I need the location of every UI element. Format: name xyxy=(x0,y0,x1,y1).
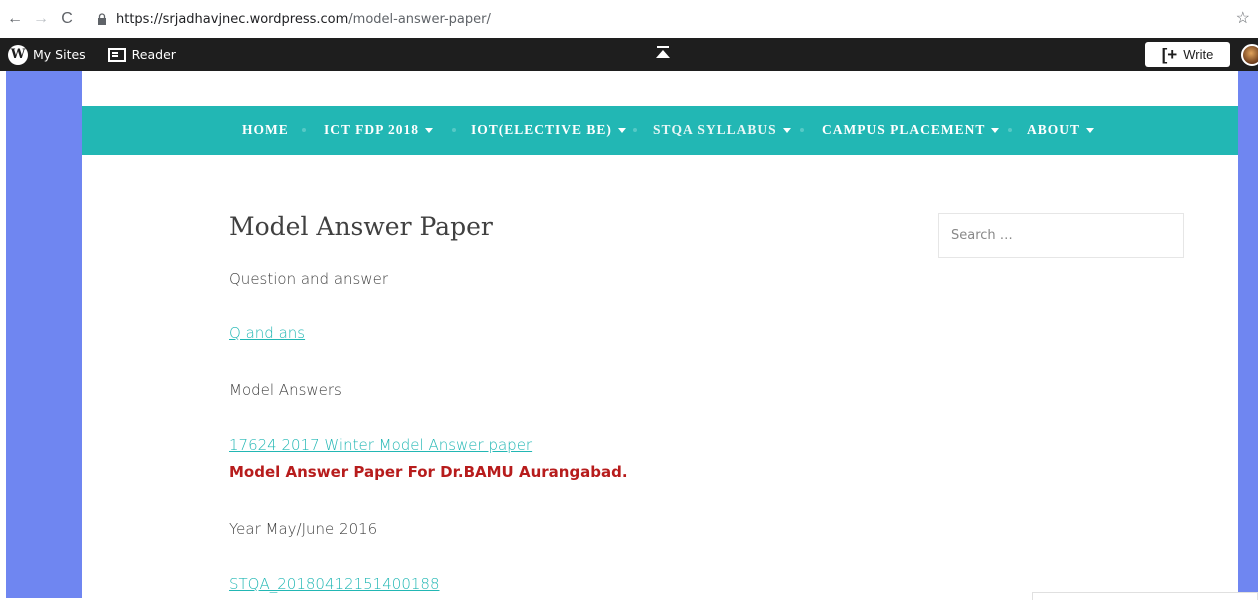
floating-widget-edge xyxy=(1032,592,1258,600)
browser-toolbar: ← → C https://srjadhavjnec.wordpress.com… xyxy=(0,0,1258,38)
address-bar[interactable]: https://srjadhavjnec.wordpress.com/model… xyxy=(94,6,1234,32)
q-and-ans-link[interactable]: Q and ans xyxy=(229,324,305,342)
forward-arrow-icon[interactable]: → xyxy=(30,8,52,30)
menu-item-label: HOME xyxy=(242,122,289,137)
menu-item-about[interactable]: ABOUT xyxy=(1027,122,1095,138)
search-input[interactable] xyxy=(938,213,1184,258)
chevron-down-icon xyxy=(617,127,626,133)
lock-icon xyxy=(94,13,110,25)
menu-item-home[interactable]: HOME xyxy=(242,122,289,138)
paragraph-question-answer: Question and answer xyxy=(229,270,389,288)
chevron-down-icon xyxy=(782,127,791,133)
menu-item-label: CAMPUS PLACEMENT xyxy=(822,122,986,137)
menu-item-label: ICT FDP 2018 xyxy=(324,122,420,137)
menu-separator xyxy=(302,128,306,132)
reader-button[interactable]: Reader xyxy=(102,38,182,71)
back-arrow-icon[interactable]: ← xyxy=(4,8,26,30)
wordpress-logo-icon: W xyxy=(8,44,28,65)
reader-icon xyxy=(107,47,126,62)
page-title: Model Answer Paper xyxy=(229,212,493,241)
write-button[interactable]: [+ Write xyxy=(1145,42,1230,67)
my-sites-label: My Sites xyxy=(33,47,86,62)
bookmark-star-icon[interactable]: ☆ xyxy=(1236,8,1250,28)
highlight-note: Model Answer Paper For Dr.BAMU Aurangaba… xyxy=(229,463,628,481)
menu-item-label: STQA SYLLABUS xyxy=(653,122,777,137)
reader-label: Reader xyxy=(131,47,176,62)
menu-separator xyxy=(1008,128,1012,132)
url-host: https://srjadhavjnec.wordpress.com xyxy=(116,11,349,27)
stqa-file-link[interactable]: STQA_20180412151400188 xyxy=(229,575,440,593)
menu-item-iot[interactable]: IOT(ELECTIVE BE) xyxy=(471,122,626,138)
chevron-down-icon xyxy=(991,127,1000,133)
menu-item-ict-fdp[interactable]: ICT FDP 2018 xyxy=(324,122,434,138)
my-sites-button[interactable]: W My Sites xyxy=(0,38,92,71)
menu-item-stqa-syllabus[interactable]: STQA SYLLABUS xyxy=(653,122,791,138)
menu-separator xyxy=(452,128,456,132)
paragraph-year: Year May/June 2016 xyxy=(229,520,378,538)
primary-menu: HOME ICT FDP 2018 IOT(ELECTIVE BE) STQA … xyxy=(82,106,1238,155)
url-path: /model-answer-paper/ xyxy=(348,11,491,27)
chevron-down-icon xyxy=(1086,127,1095,133)
menu-item-label: ABOUT xyxy=(1027,122,1081,137)
write-plus-icon: [+ xyxy=(1161,44,1178,64)
paragraph-model-answers: Model Answers xyxy=(229,381,342,399)
reload-icon[interactable]: C xyxy=(56,8,78,30)
write-label: Write xyxy=(1183,47,1214,62)
left-edge xyxy=(0,71,6,598)
menu-separator xyxy=(633,128,637,132)
winter-model-answer-link[interactable]: 17624 2017 Winter Model Answer paper xyxy=(229,436,532,454)
wordpress-admin-bar: W My Sites Reader xyxy=(0,38,1258,71)
avatar[interactable] xyxy=(1241,44,1258,66)
chevron-down-icon xyxy=(425,127,434,133)
menu-separator xyxy=(800,128,804,132)
collapse-toolbar-icon[interactable] xyxy=(656,46,670,58)
menu-item-campus-placement[interactable]: CAMPUS PLACEMENT xyxy=(822,122,1000,138)
menu-item-label: IOT(ELECTIVE BE) xyxy=(471,122,612,137)
